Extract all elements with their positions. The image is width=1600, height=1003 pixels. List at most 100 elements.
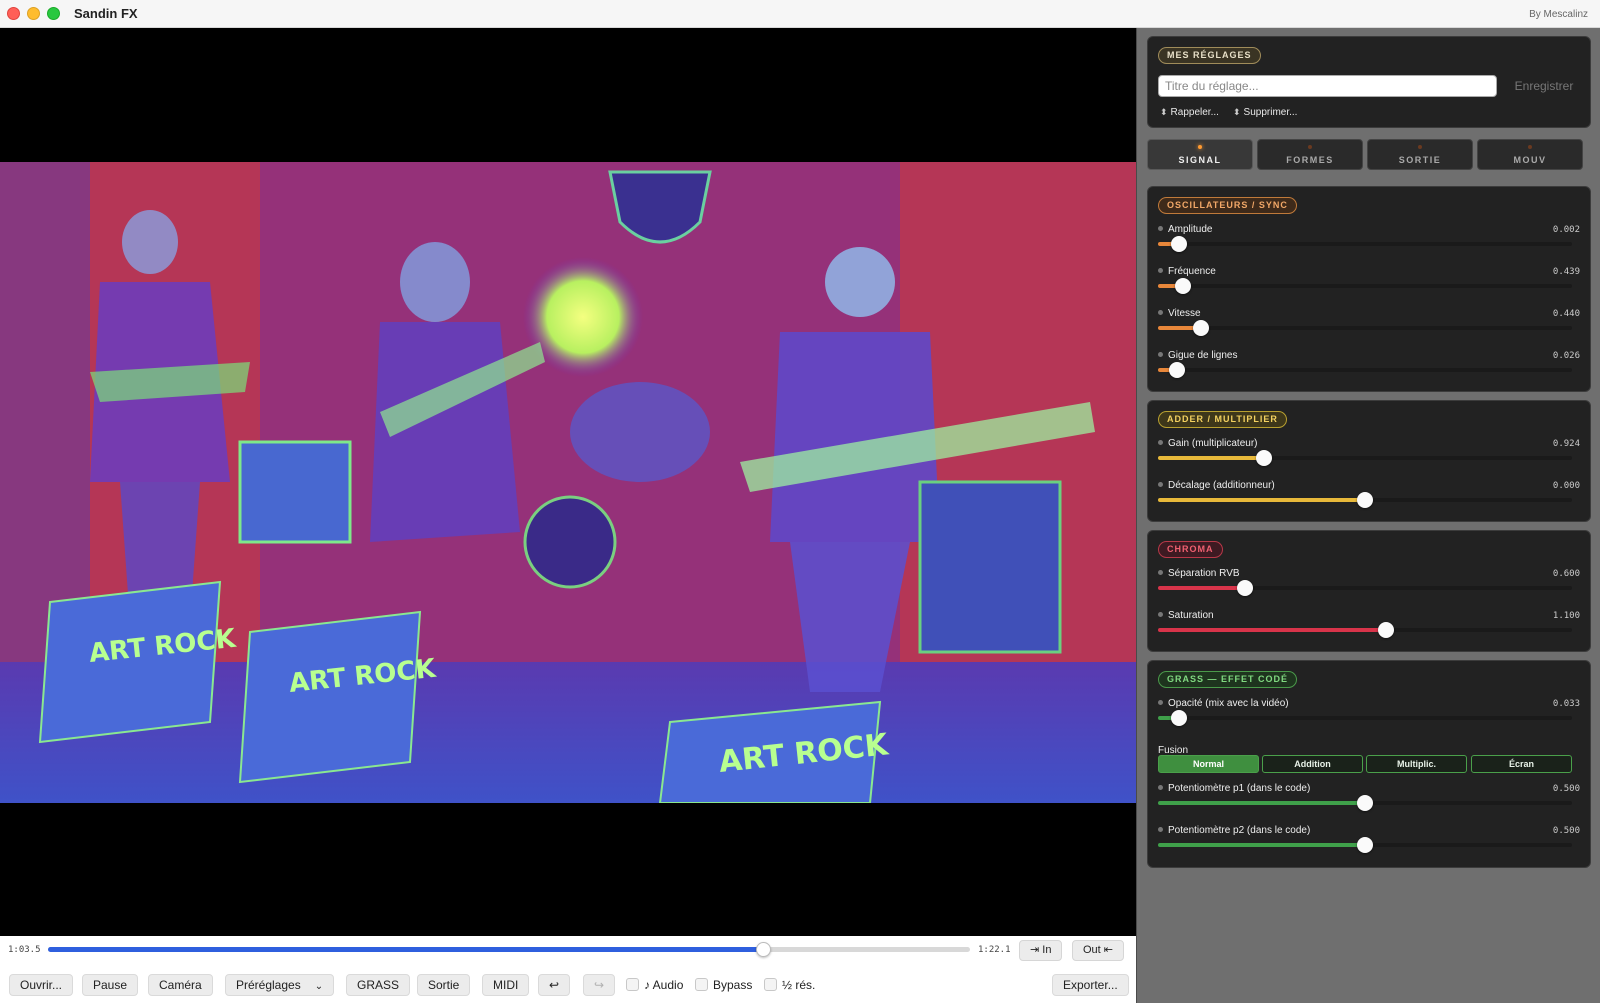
delete-preset-dropdown[interactable]: ⬍ Supprimer... (1233, 107, 1297, 118)
grass-card: GRASS — EFFET CODÉ Fusion Opacité (mix a… (1147, 660, 1591, 868)
param-slider[interactable] (1158, 622, 1572, 638)
param-label: Gain (multiplicateur) (1158, 438, 1257, 449)
param-slider[interactable] (1158, 450, 1572, 466)
timeline-scrubber[interactable] (48, 942, 970, 957)
set-in-button[interactable]: ⇥ In (1019, 940, 1063, 961)
delete-preset-label: Supprimer... (1243, 107, 1298, 118)
tab-indicator-icon (1308, 145, 1312, 149)
slider-knob[interactable] (1170, 710, 1187, 726)
slider-knob[interactable] (1174, 278, 1191, 294)
processed-video-image: ART ROCK ART ROCK ART ROCK (0, 162, 1136, 803)
param-label-text: Saturation (1168, 610, 1214, 621)
modulation-dot-icon[interactable] (1158, 570, 1163, 575)
param-label: Saturation (1158, 610, 1214, 621)
preset-title-input[interactable]: Titre du réglage... (1158, 75, 1497, 97)
slider-fill (1158, 498, 1365, 502)
slider-fill (1158, 628, 1386, 632)
param-label-text: Séparation RVB (1168, 568, 1240, 579)
video-preview[interactable]: ART ROCK ART ROCK ART ROCK (0, 28, 1136, 936)
fusion-mode-4[interactable]: Écran (1471, 755, 1572, 773)
slider-knob[interactable] (1193, 320, 1210, 336)
param-slider[interactable] (1158, 580, 1572, 596)
param-slider[interactable] (1158, 362, 1572, 378)
fusion-mode-2[interactable]: Addition (1262, 755, 1363, 773)
bypass-checkbox[interactable]: Bypass (695, 978, 752, 992)
redo-button[interactable]: ↪ (583, 974, 616, 996)
slider-knob[interactable] (1170, 236, 1187, 252)
slider-knob[interactable] (1357, 492, 1373, 508)
param-label-text: Potentiomètre p1 (dans le code) (1168, 783, 1311, 794)
tab-indicator-icon (1418, 145, 1422, 149)
undo-button[interactable]: ↩ (538, 974, 571, 996)
slider-knob[interactable] (1357, 795, 1373, 811)
modulation-dot-icon[interactable] (1158, 310, 1163, 315)
recall-preset-dropdown[interactable]: ⬍ Rappeler... (1160, 107, 1219, 118)
half-res-checkbox-label: ½ rés. (782, 978, 816, 992)
param-slider[interactable] (1158, 837, 1572, 853)
half-res-checkbox[interactable]: ½ rés. (764, 978, 815, 992)
window-credit: By Mescalinz (1529, 9, 1588, 20)
timeline-thumb[interactable] (755, 942, 771, 957)
maximize-window-button[interactable] (47, 7, 60, 20)
updown-chevron-icon: ⬍ (1233, 107, 1241, 117)
tab-indicator-icon (1198, 145, 1202, 149)
bypass-checkbox-box[interactable] (695, 978, 708, 991)
camera-button[interactable]: Caméra (148, 974, 213, 996)
param-slider[interactable] (1158, 236, 1572, 252)
modulation-dot-icon[interactable] (1158, 612, 1163, 617)
audio-checkbox-label: ♪ Audio (644, 978, 684, 992)
slider-knob[interactable] (1357, 837, 1373, 853)
modulation-dot-icon[interactable] (1158, 440, 1163, 445)
modulation-dot-icon[interactable] (1158, 827, 1163, 832)
tab-formes[interactable]: FORMES (1257, 139, 1363, 170)
tab-label: SORTIE (1398, 155, 1442, 165)
modulation-dot-icon[interactable] (1158, 226, 1163, 231)
set-out-button[interactable]: Out ⇤ (1072, 940, 1125, 961)
param-label-text: Fréquence (1168, 266, 1216, 277)
pause-button[interactable]: Pause (82, 974, 139, 996)
open-button[interactable]: Ouvrir... (9, 974, 74, 996)
modulation-dot-icon[interactable] (1158, 268, 1163, 273)
audio-checkbox-box[interactable] (626, 978, 639, 991)
midi-button[interactable]: MIDI (482, 974, 530, 996)
chroma-title: CHROMA (1158, 541, 1223, 558)
param-slider[interactable] (1158, 278, 1572, 294)
modulation-dot-icon[interactable] (1158, 482, 1163, 487)
timeline-bar: 1:03.5 1:22.1 ⇥ In Out ⇤ (0, 936, 1136, 964)
tab-sortie[interactable]: SORTIE (1367, 139, 1473, 170)
grass-button[interactable]: GRASS (346, 974, 411, 996)
tab-mouv[interactable]: MOUV (1477, 139, 1583, 170)
modulation-dot-icon[interactable] (1158, 700, 1163, 705)
my-presets-title: MES RÉGLAGES (1158, 47, 1261, 64)
param-slider[interactable] (1158, 492, 1572, 508)
output-button[interactable]: Sortie (417, 974, 471, 996)
slider-knob[interactable] (1168, 362, 1185, 378)
save-preset-button[interactable]: Enregistrer (1505, 75, 1583, 97)
param-slider[interactable] (1158, 710, 1572, 726)
adder-multiplier-card: ADDER / MULTIPLIER Gain (multiplicateur)… (1147, 400, 1591, 522)
close-window-button[interactable] (7, 7, 20, 20)
timeline-progress (48, 947, 763, 952)
slider-fill (1158, 586, 1245, 590)
control-panel: MES RÉGLAGES Titre du réglage... Enregis… (1136, 28, 1600, 1003)
tab-label: MOUV (1513, 155, 1547, 165)
slider-knob[interactable] (1236, 580, 1253, 596)
modulation-dot-icon[interactable] (1158, 352, 1163, 357)
slider-knob[interactable] (1377, 622, 1394, 638)
param-slider[interactable] (1158, 320, 1572, 336)
audio-checkbox[interactable]: ♪ Audio (626, 978, 683, 992)
param-label: Gigue de lignes (1158, 350, 1238, 361)
presets-dropdown[interactable]: Préréglages ⌄ (225, 974, 335, 996)
slider-knob[interactable] (1255, 450, 1272, 466)
fusion-mode-3[interactable]: Multiplic. (1366, 755, 1467, 773)
my-presets-card: MES RÉGLAGES Titre du réglage... Enregis… (1147, 36, 1591, 128)
chevron-down-icon: ⌄ (314, 981, 324, 992)
export-button[interactable]: Exporter... (1052, 974, 1129, 996)
param-slider[interactable] (1158, 795, 1572, 811)
fusion-mode-1[interactable]: Normal (1158, 755, 1259, 773)
half-res-checkbox-box[interactable] (764, 978, 777, 991)
tab-signal[interactable]: SIGNAL (1147, 139, 1253, 170)
minimize-window-button[interactable] (27, 7, 40, 20)
modulation-dot-icon[interactable] (1158, 785, 1163, 790)
title-bar: Sandin FX By Mescalinz (0, 0, 1600, 28)
